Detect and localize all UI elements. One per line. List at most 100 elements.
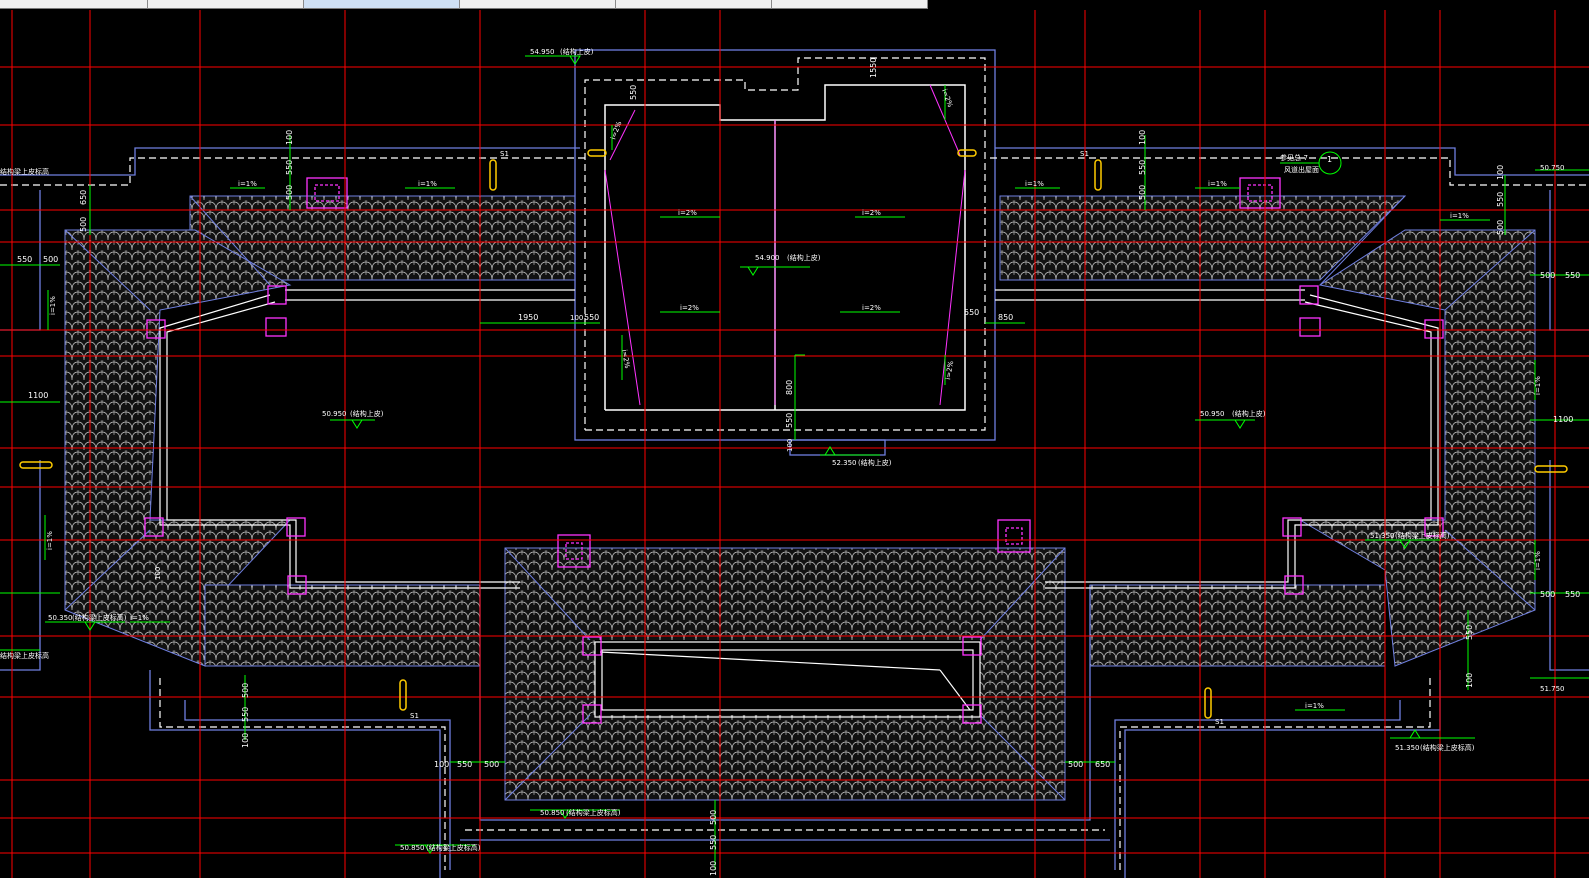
elevation-note: (结构上皮): [350, 409, 384, 418]
slope-label: i=1%: [49, 296, 57, 315]
roof-plane: [1089, 584, 1386, 667]
dim-text: 500: [484, 760, 499, 769]
elevation-note: (结构梁上皮标高): [1420, 743, 1475, 752]
dim-text: 550: [1465, 625, 1474, 640]
dim-text: 500: [1540, 271, 1555, 280]
dim-text: 100: [1496, 165, 1505, 180]
slope-label: i=1%: [1025, 180, 1044, 188]
dim-text: 100: [434, 760, 449, 769]
drain-label: S1: [500, 150, 509, 158]
drain-label: S1: [410, 712, 419, 720]
dim-text: 100: [570, 314, 583, 322]
dim-text: 500: [43, 255, 58, 264]
elevation-label: 54.900: [755, 254, 780, 262]
elevation-note: (结构梁上皮标高): [426, 843, 481, 852]
elevation-note: (结构梁上皮标高): [72, 613, 127, 622]
drawing-tab-bar: [0, 0, 1589, 10]
elevation-note: (结构梁上皮标高): [1395, 531, 1450, 540]
dim-text: 100: [241, 733, 250, 748]
dim-text: 550: [1496, 192, 1505, 207]
slope-label: i=2%: [678, 209, 697, 217]
dim-text: 500: [1138, 185, 1147, 200]
drain-label: S1: [1215, 718, 1224, 726]
dim-text: 100: [1138, 130, 1147, 145]
dim-text: 550: [785, 413, 794, 428]
dim-text: 550: [285, 160, 294, 175]
dim-text: 100: [154, 567, 162, 580]
elevation-label: 50.750: [1540, 164, 1565, 172]
dim-text: 1100: [1553, 415, 1573, 424]
elevation-label: 50.950: [1200, 410, 1225, 418]
elevation-note: (结构上皮): [787, 253, 821, 262]
dim-text: 550: [1565, 271, 1580, 280]
dim-text: 550: [17, 255, 32, 264]
slope-label: i=1%: [46, 531, 54, 550]
elevation-label: 50.850: [400, 844, 425, 852]
dim-text: 550: [1565, 590, 1580, 599]
elevation-note: (结构上皮): [858, 458, 892, 467]
dim-text: 550: [457, 760, 472, 769]
drawing-tab-4[interactable]: [460, 0, 616, 9]
slope-label: i=2%: [862, 209, 881, 217]
elevation-label: 51.350: [1370, 532, 1395, 540]
dim-text: 500: [709, 810, 718, 825]
roof-plane: [204, 584, 481, 667]
dim-text: 550: [1138, 160, 1147, 175]
elevation-label: 54.950: [530, 48, 555, 56]
elevation-note: 结构梁上皮标高: [0, 167, 49, 176]
detail-number: 1: [1327, 155, 1332, 164]
elevation-label: 51.750: [1540, 685, 1565, 693]
elevation-label: 51.350: [1395, 744, 1420, 752]
dim-text: 550: [584, 313, 599, 322]
slope-label: i=2%: [680, 304, 699, 312]
dim-text: 100: [709, 861, 718, 876]
dim-text: 500: [1496, 220, 1505, 235]
slope-label: i=1%: [1305, 702, 1324, 710]
slope-label: i=1%: [1208, 180, 1227, 188]
dim-text: 100: [285, 130, 294, 145]
slope-label: i=2%: [862, 304, 881, 312]
dim-text: 100: [786, 439, 794, 452]
cad-drawing-canvas[interactable]: 100 550 500 650 500 550 500 1100 1950 10…: [0, 10, 1589, 878]
dim-text: 500: [1540, 590, 1555, 599]
elevation-label: 52.350: [832, 459, 857, 467]
dim-text: 650: [79, 190, 88, 205]
dim-text: 500: [1068, 760, 1083, 769]
dim-text: 850: [998, 313, 1013, 322]
dim-text: 500: [285, 185, 294, 200]
slope-label: i=1%: [238, 180, 257, 188]
dim-text: 1550: [869, 58, 878, 78]
slope-label: i=1%: [130, 614, 149, 622]
elevation-note: (结构上皮): [560, 47, 594, 56]
dim-text: 1950: [518, 313, 538, 322]
drain-label: S1: [1080, 150, 1089, 158]
elevation-note: (结构梁上皮标高): [566, 808, 621, 817]
drawing-tab-5[interactable]: [616, 0, 772, 9]
drawing-tab-2[interactable]: [148, 0, 304, 9]
detail-note: 风道出屋面: [1284, 165, 1319, 174]
dim-text: 800: [785, 380, 794, 395]
drawing-tab-1[interactable]: [0, 0, 148, 9]
dim-text: 550: [964, 308, 979, 317]
slope-label: i=1%: [1450, 212, 1469, 220]
slope-label: i=1%: [1534, 551, 1542, 570]
slope-label: i=1%: [418, 180, 437, 188]
slope-label: i=1%: [1534, 376, 1542, 395]
elevation-note: 结构梁上皮标高: [0, 651, 49, 660]
dim-text: 500: [241, 683, 250, 698]
elevation-label: 50.350: [48, 614, 73, 622]
roof-opening: [595, 640, 980, 715]
dim-text: 550: [709, 835, 718, 850]
drawing-tab-6[interactable]: [772, 0, 928, 9]
elevation-label: 50.950: [322, 410, 347, 418]
drawing-tab-3[interactable]: [304, 0, 460, 9]
dim-text: 100: [1465, 673, 1474, 688]
dim-text: 1100: [28, 391, 48, 400]
elevation-note: (结构上皮): [1232, 409, 1266, 418]
detail-reference: 参见总-7: [1280, 153, 1308, 162]
elevation-label: 50.850: [540, 809, 565, 817]
dim-text: 550: [241, 707, 250, 722]
dim-text: 500: [79, 217, 88, 232]
dim-text: 650: [1095, 760, 1110, 769]
dim-text: 550: [629, 85, 638, 100]
